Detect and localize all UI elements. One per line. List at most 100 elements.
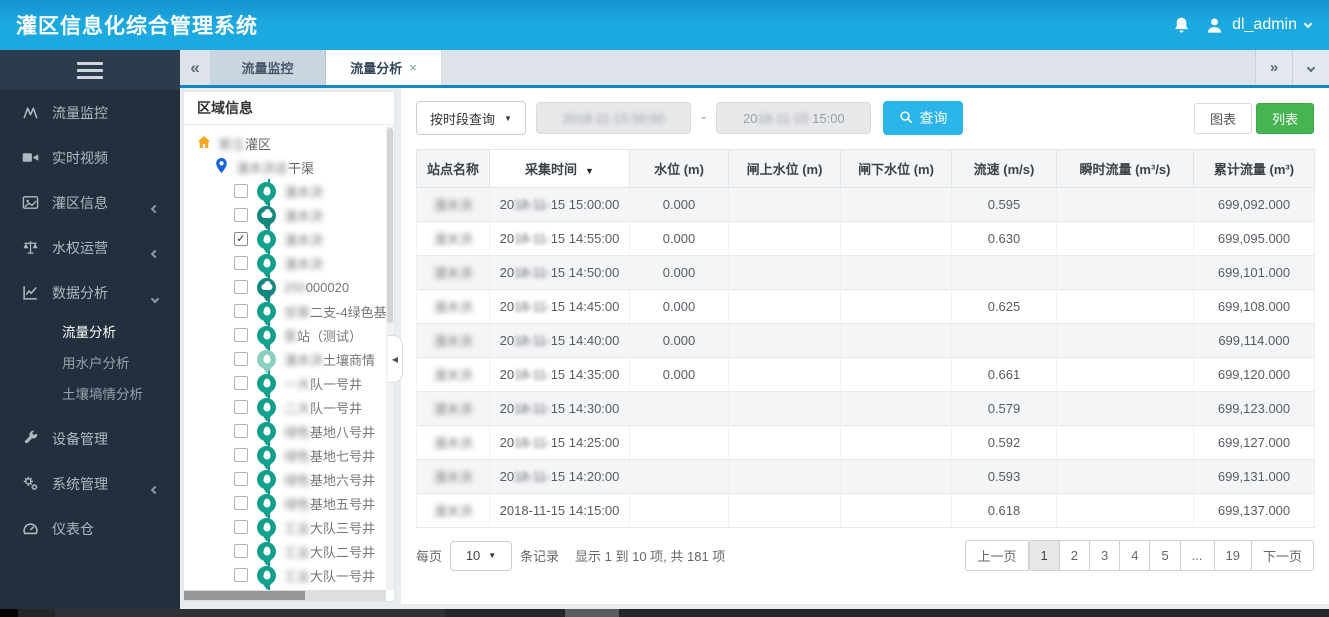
tree-horizontal-scrollbar[interactable] [184, 590, 386, 601]
tree-item[interactable]: 工业大队一号井 [196, 563, 386, 590]
gate-up-cell [728, 459, 841, 494]
tree-checkbox[interactable] [234, 472, 248, 486]
user-menu[interactable]: dl_admin [1205, 16, 1313, 35]
tree-item[interactable]: 绿色基地七号井 [196, 443, 386, 470]
tree-item[interactable]: 工业大队三号井 [196, 515, 386, 542]
tree-checkbox[interactable] [234, 184, 248, 198]
table-row[interactable]: 漠木洪 2018-11-15 14:20:00 0.593 699,131.000 [416, 459, 1315, 494]
tab-item[interactable]: 流量监控 [210, 50, 326, 85]
prev-page-button[interactable]: 上一页 [965, 540, 1029, 571]
table-row[interactable]: 漠木洪 2018-11-15 14:35:00 0.000 0.661 699,120.… [416, 357, 1315, 392]
sidebar-item[interactable]: 水权运营 [0, 225, 180, 270]
scales-icon [22, 239, 39, 256]
tree-item[interactable]: 漠木洪土壤商情 [196, 347, 386, 374]
sidebar-subitem[interactable]: 用水户分析 [0, 346, 180, 377]
tree-item[interactable]: 一大队一号井 [196, 371, 386, 398]
sidebar-item[interactable]: 仪表仓 [0, 506, 180, 551]
tree-item[interactable]: 漠木洪 [196, 203, 386, 230]
table-row[interactable]: 漠木洪 2018-11-15 14:30:00 0.579 699,123.000 [416, 391, 1315, 426]
per-page-select[interactable]: 10 ▼ [450, 540, 513, 571]
gate-up-cell [728, 221, 841, 256]
sidebar-item[interactable]: 灌区信息 [0, 180, 180, 225]
tree-item[interactable]: 漠木洪 [196, 179, 386, 206]
instant-cell [1056, 221, 1194, 256]
table-row[interactable]: 漠木洪 2018-11-15 14:55:00 0.000 0.630 699,095.… [416, 221, 1315, 256]
tree-item[interactable]: 泵站（测试） [196, 323, 386, 350]
tabs-scroll-right-icon[interactable]: » [1255, 50, 1292, 85]
tree-item-label: 漠木洪 [284, 232, 324, 248]
page-number-button[interactable]: 1 [1028, 540, 1060, 571]
tree-item[interactable]: 甘泉二支-4绿色基地 [196, 299, 386, 326]
page-number-button[interactable]: 19 [1213, 540, 1252, 571]
page-number-button[interactable]: ... [1179, 540, 1215, 571]
sidebar-item[interactable]: 设备管理 [0, 416, 180, 461]
page-number-button[interactable]: 5 [1149, 540, 1181, 571]
page-number-button[interactable]: 4 [1119, 540, 1151, 571]
tree-item[interactable]: 绿色基地五号井 [196, 491, 386, 518]
tree-item[interactable]: ✓ 漠木洪 [196, 227, 386, 254]
page-number-button[interactable]: 2 [1058, 540, 1090, 571]
gate-up-cell [728, 391, 841, 426]
tree-checkbox[interactable] [234, 424, 248, 438]
tree-checkbox[interactable] [234, 304, 248, 318]
tree-checkbox[interactable] [234, 376, 248, 390]
hamburger-menu-icon[interactable] [77, 61, 103, 79]
query-bar: 按时段查询 ▼ 2018-11-15 00:00 - 2018-11-15 15… [416, 101, 1314, 135]
sidebar-item[interactable]: 系统管理 [0, 461, 180, 506]
table-row[interactable]: 漠木洪 2018-11-15 14:40:00 0.000 699,114.000 [416, 323, 1315, 358]
tree-checkbox[interactable] [234, 208, 248, 222]
tree-checkbox[interactable] [234, 352, 248, 366]
tree-item[interactable]: 绿色基地六号井 [196, 467, 386, 494]
tree-item[interactable]: 漠木洪 [196, 251, 386, 278]
tree-checkbox[interactable] [234, 496, 248, 510]
query-mode-select[interactable]: 按时段查询 ▼ [416, 101, 526, 135]
bottom-scrollbar[interactable] [0, 609, 1329, 617]
table-row[interactable]: 漠木洪 2018-11-15 14:25:00 0.592 699,127.000 [416, 425, 1315, 460]
chart-view-button[interactable]: 图表 [1193, 102, 1252, 134]
tree-checkbox[interactable] [234, 568, 248, 582]
bell-icon[interactable] [1172, 16, 1191, 35]
table-row[interactable]: 漠木洪 2018-11-15 14:45:00 0.000 0.625 699,108.… [416, 289, 1315, 324]
sidebar-item[interactable]: 实时视频 [0, 135, 180, 180]
date-from-input[interactable]: 2018-11-15 00:00 [536, 102, 691, 134]
tree-checkbox[interactable] [234, 448, 248, 462]
tree-branch-node[interactable]: 漠木洪总干渠 [196, 155, 386, 179]
sidebar-subitem[interactable]: 土壤墒情分析 [0, 377, 180, 408]
table-row[interactable]: 漠木洪 2018-11-15 14:15:00 0.618 699,137.000 [416, 493, 1315, 528]
station-cell: 漠木洪 [416, 221, 490, 256]
tree-checkbox[interactable] [234, 400, 248, 414]
gate-down-cell [840, 187, 952, 222]
date-to-input[interactable]: 2018-11-15 15:00 [716, 102, 872, 134]
tree-checkbox[interactable] [234, 328, 248, 342]
tabs-scroll-left-icon[interactable]: « [180, 50, 210, 85]
tree-checkbox[interactable] [234, 520, 248, 534]
tab-close-icon[interactable]: × [409, 60, 417, 75]
tree-root-node[interactable]: 新立灌区 [196, 131, 386, 155]
tree-checkbox[interactable] [234, 280, 248, 294]
tree-item-label: 甘泉二支-4绿色基地 [284, 304, 386, 320]
total-cell: 699,092.000 [1193, 187, 1315, 222]
tab-active[interactable]: 流量分析 × [326, 50, 442, 85]
sort-caret-icon: ▼ [585, 166, 594, 176]
sidebar-item[interactable]: 数据分析 [0, 270, 180, 315]
table-row[interactable]: 漠木洪 2018-11-15 14:50:00 0.000 699,101.000 [416, 255, 1315, 290]
tree-item[interactable]: 250000020 [196, 275, 386, 302]
tree-checkbox[interactable] [234, 256, 248, 270]
sidebar-subitem[interactable]: 流量分析 [0, 315, 180, 346]
next-page-button[interactable]: 下一页 [1250, 540, 1314, 571]
tree-checkbox[interactable]: ✓ [234, 232, 248, 246]
column-header[interactable]: 采集时间 ▼ [489, 149, 630, 188]
tabs-menu-icon[interactable] [1292, 50, 1329, 85]
table-row[interactable]: 漠木洪 2018-11-15 15:00:00 0.000 0.595 699,092.… [416, 187, 1315, 222]
sidebar-item[interactable]: 流量监控 [0, 90, 180, 135]
tree-checkbox[interactable] [234, 544, 248, 558]
page-number-button[interactable]: 3 [1088, 540, 1121, 571]
level-cell: 0.000 [629, 221, 729, 256]
tree-item[interactable]: 工业大队二号井 [196, 539, 386, 566]
tree-collapse-handle[interactable]: ◀ [388, 335, 403, 383]
marker-light-icon [257, 349, 276, 374]
tree-item[interactable]: 二大队一号井 [196, 395, 386, 422]
search-button[interactable]: 查询 [883, 101, 964, 135]
list-view-button[interactable]: 列表 [1255, 102, 1314, 134]
tree-item[interactable]: 绿色基地八号井 [196, 419, 386, 446]
